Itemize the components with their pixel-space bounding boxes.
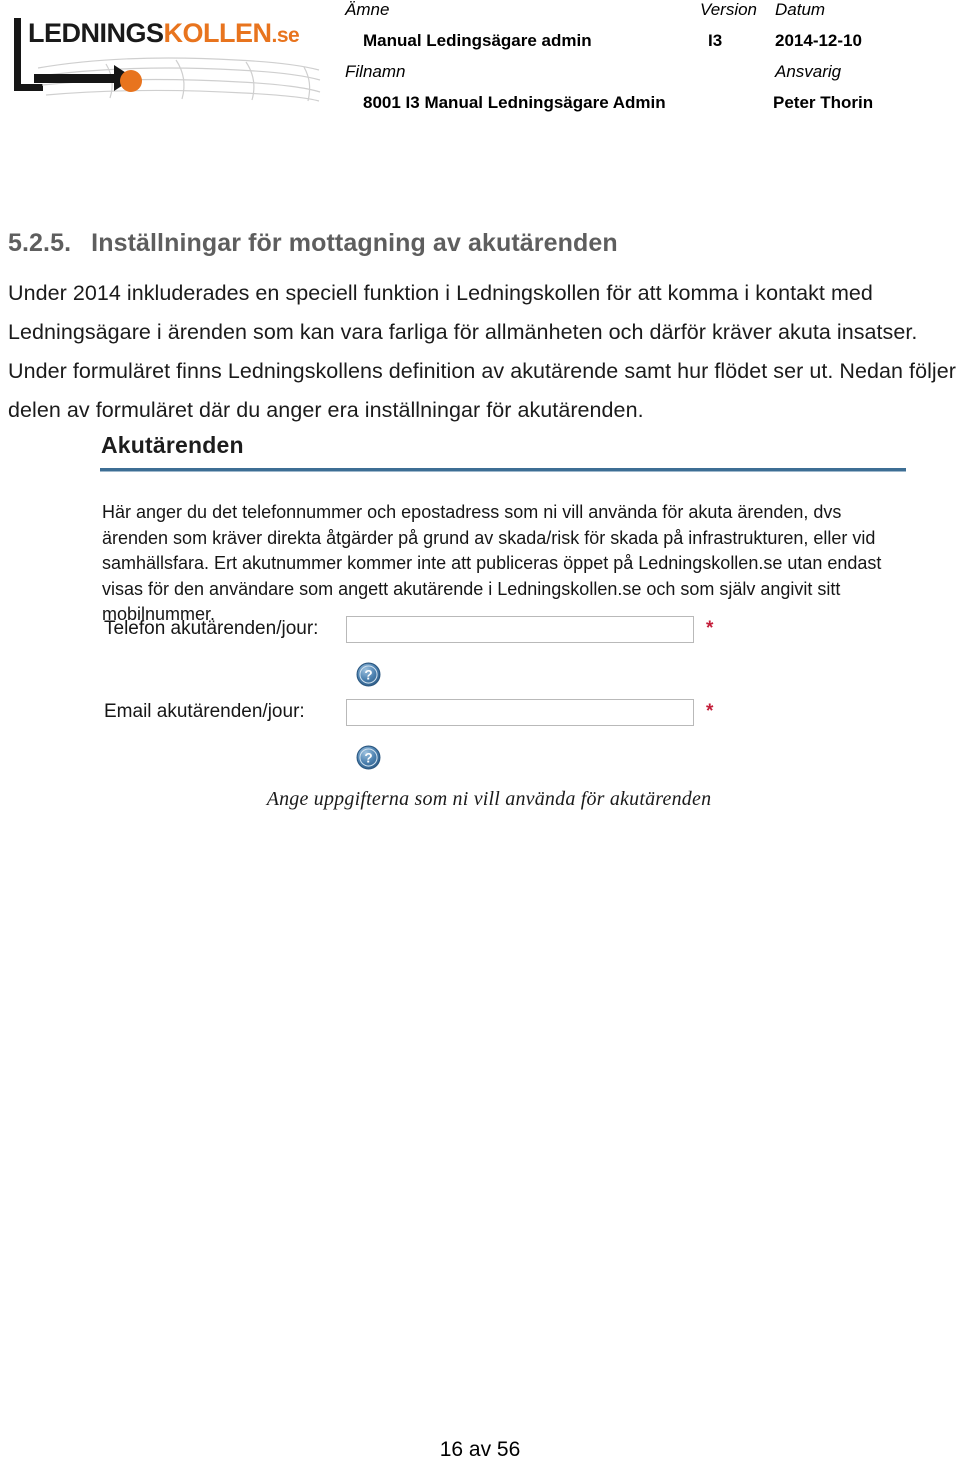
form-title: Akutärenden xyxy=(101,432,244,458)
header-label-datum: Datum xyxy=(775,0,826,19)
header-row-values-1: Manual Ledingsägare admin I3 2014-12-10 xyxy=(345,31,945,62)
header-row-labels-1: Ämne Version Datum xyxy=(345,0,945,31)
document-header-table: Ämne Version Datum Manual Ledingsägare a… xyxy=(345,0,945,124)
form-description: Här anger du det telefonnummer och epost… xyxy=(102,502,882,624)
form-fields-group: Telefon akutärenden/jour: * ? Email akut… xyxy=(98,616,910,770)
header-row-values-2: 8001 I3 Manual Ledningsägare Admin Peter… xyxy=(345,93,945,124)
page-number: 16 av 56 xyxy=(439,1438,521,1461)
header-label-filnamn: Filnamn xyxy=(345,62,406,81)
header-value-amne: Manual Ledingsägare admin xyxy=(363,31,592,50)
header-value-ansvarig: Peter Thorin xyxy=(773,93,874,112)
email-field-label: Email akutärenden/jour: xyxy=(104,701,305,722)
telefon-required-asterisk: * xyxy=(706,618,714,639)
section-paragraph: Under 2014 inkluderades en speciell funk… xyxy=(8,280,956,422)
header-label-ansvarig: Ansvarig xyxy=(775,62,842,81)
form-title-divider xyxy=(100,468,906,472)
section-title: Inställningar för mottagning av akutären… xyxy=(91,228,618,257)
telefon-akutarenden-input[interactable] xyxy=(346,616,694,643)
telefon-field-label: Telefon akutärenden/jour: xyxy=(104,618,319,639)
header-label-amne: Ämne xyxy=(345,0,390,19)
header-value-version: I3 xyxy=(708,31,723,50)
ledningskollen-logo: LEDNINGSKOLLEN.se xyxy=(10,12,321,112)
header-value-filnamn: 8001 I3 Manual Ledningsägare Admin xyxy=(363,93,666,112)
page-header: LEDNINGSKOLLEN.se Ämne Version Datum Man… xyxy=(0,0,960,150)
logo-word-suffix: .se xyxy=(271,24,300,47)
header-row-labels-2: Filnamn Ansvarig xyxy=(345,62,945,93)
email-required-asterisk: * xyxy=(706,701,714,722)
help-circle-icon[interactable]: ? xyxy=(356,745,381,770)
section-heading: 5.2.5. Inställningar för mottagning av ak… xyxy=(8,229,938,258)
form-row-spacer xyxy=(98,661,910,699)
form-row-email: Email akutärenden/jour: * ? xyxy=(98,699,910,770)
page-footer: 16 av 56 xyxy=(0,1438,960,1462)
logo-word-dark: LEDNINGS xyxy=(28,18,164,48)
logo-arrow-shape xyxy=(34,65,134,91)
svg-text:?: ? xyxy=(364,751,372,766)
figure-caption-text: Ange uppgifterna som ni vill använda för… xyxy=(266,788,712,810)
form-row-telefon: Telefon akutärenden/jour: * ? xyxy=(98,616,910,687)
header-value-datum: 2014-12-10 xyxy=(775,31,862,50)
logo-orange-dot xyxy=(120,70,142,92)
logo-word-orange: KOLLEN xyxy=(163,18,273,48)
header-label-version: Version xyxy=(700,0,758,19)
embedded-form-screenshot: Akutärenden Här anger du det telefonnumm… xyxy=(98,432,910,782)
email-akutarenden-input[interactable] xyxy=(346,699,694,726)
logo-wordmark: LEDNINGSKOLLEN.se xyxy=(28,18,300,48)
figure-caption: Ange uppgifterna som ni vill använda för… xyxy=(0,788,960,811)
section-number: 5.2.5. xyxy=(8,228,72,257)
